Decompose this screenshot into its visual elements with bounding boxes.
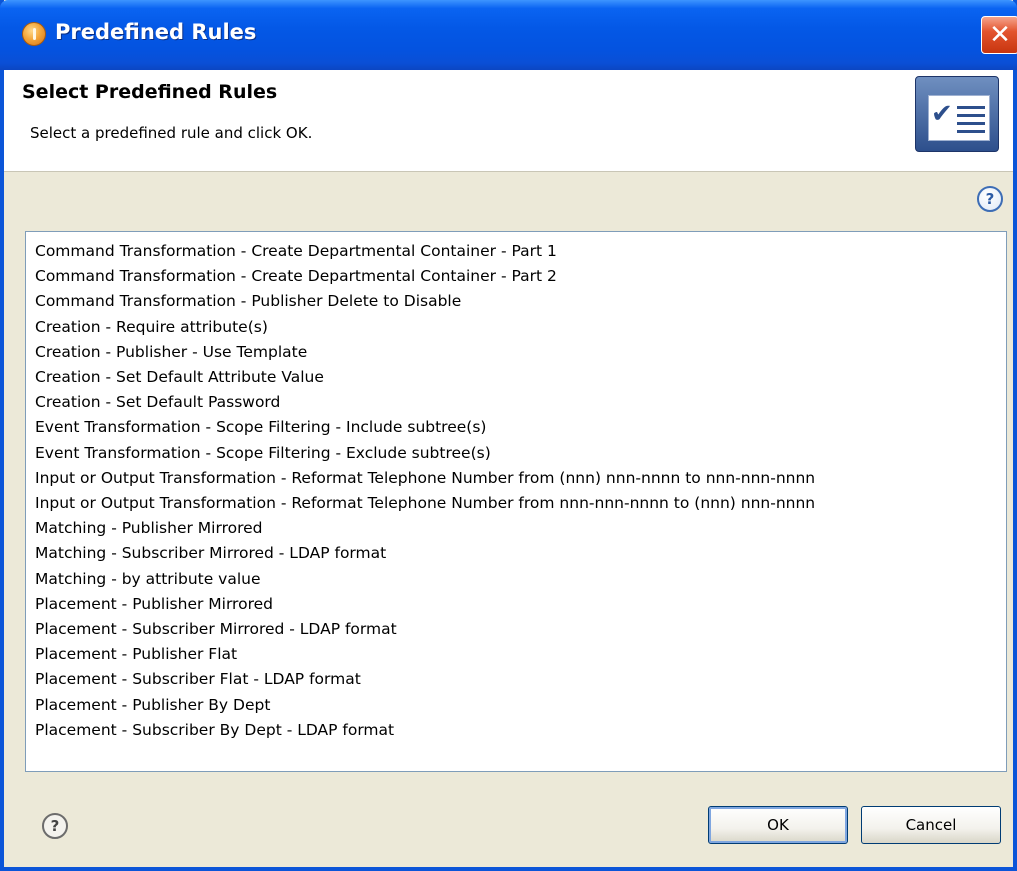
help-button[interactable]: ? (42, 813, 68, 839)
help-glyph: ? (985, 190, 995, 208)
rule-list-item[interactable]: Command Transformation - Create Departme… (35, 239, 1006, 264)
rule-list-item[interactable]: Matching - Publisher Mirrored (35, 516, 1006, 541)
window-title: Predefined Rules (55, 20, 257, 44)
rule-list-item[interactable]: Placement - Publisher Flat (35, 642, 1006, 667)
rule-list-item[interactable]: Input or Output Transformation - Reforma… (35, 491, 1006, 516)
predefined-rules-dialog: Predefined Rules ✕ Select Predefined Rul… (0, 0, 1017, 871)
check-mark-icon: ✔ (931, 99, 953, 129)
rule-list-item[interactable]: Placement - Publisher By Dept (35, 693, 1006, 718)
checklist-lines (957, 106, 985, 138)
rule-list-item[interactable]: Command Transformation - Publisher Delet… (35, 289, 1006, 314)
rules-list[interactable]: Command Transformation - Create Departme… (25, 231, 1007, 772)
header-subtitle: Select a predefined rule and click OK. (30, 124, 313, 142)
title-bar[interactable]: Predefined Rules ✕ (0, 0, 1017, 70)
ok-button[interactable]: OK (708, 806, 848, 844)
close-button[interactable]: ✕ (981, 16, 1017, 54)
close-icon: ✕ (989, 20, 1011, 50)
app-orb-icon (22, 22, 46, 46)
rule-list-item[interactable]: Placement - Subscriber Flat - LDAP forma… (35, 667, 1006, 692)
rule-list-item[interactable]: Creation - Set Default Password (35, 390, 1006, 415)
rule-list-item[interactable]: Event Transformation - Scope Filtering -… (35, 441, 1006, 466)
rule-list-item[interactable]: Creation - Require attribute(s) (35, 315, 1006, 340)
rule-list-item[interactable]: Matching - Subscriber Mirrored - LDAP fo… (35, 541, 1006, 566)
header-title: Select Predefined Rules (22, 81, 278, 103)
cancel-button[interactable]: Cancel (861, 806, 1001, 844)
rule-list-item[interactable]: Matching - by attribute value (35, 567, 1006, 592)
rule-list-item[interactable]: Placement - Subscriber By Dept - LDAP fo… (35, 718, 1006, 743)
rule-list-item[interactable]: Placement - Publisher Mirrored (35, 592, 1006, 617)
rule-list-item[interactable]: Creation - Set Default Attribute Value (35, 365, 1006, 390)
checklist-icon: ✔ (915, 76, 999, 152)
checklist-icon-panel: ✔ (928, 95, 990, 141)
rule-list-item[interactable]: Event Transformation - Scope Filtering -… (35, 415, 1006, 440)
rule-list-item[interactable]: Command Transformation - Create Departme… (35, 264, 1006, 289)
rule-list-item[interactable]: Creation - Publisher - Use Template (35, 340, 1006, 365)
dialog-header: Select Predefined Rules Select a predefi… (4, 70, 1013, 172)
help-icon[interactable]: ? (977, 186, 1003, 212)
help-glyph: ? (50, 817, 60, 835)
rule-list-item[interactable]: Input or Output Transformation - Reforma… (35, 466, 1006, 491)
rule-list-item[interactable]: Placement - Subscriber Mirrored - LDAP f… (35, 617, 1006, 642)
